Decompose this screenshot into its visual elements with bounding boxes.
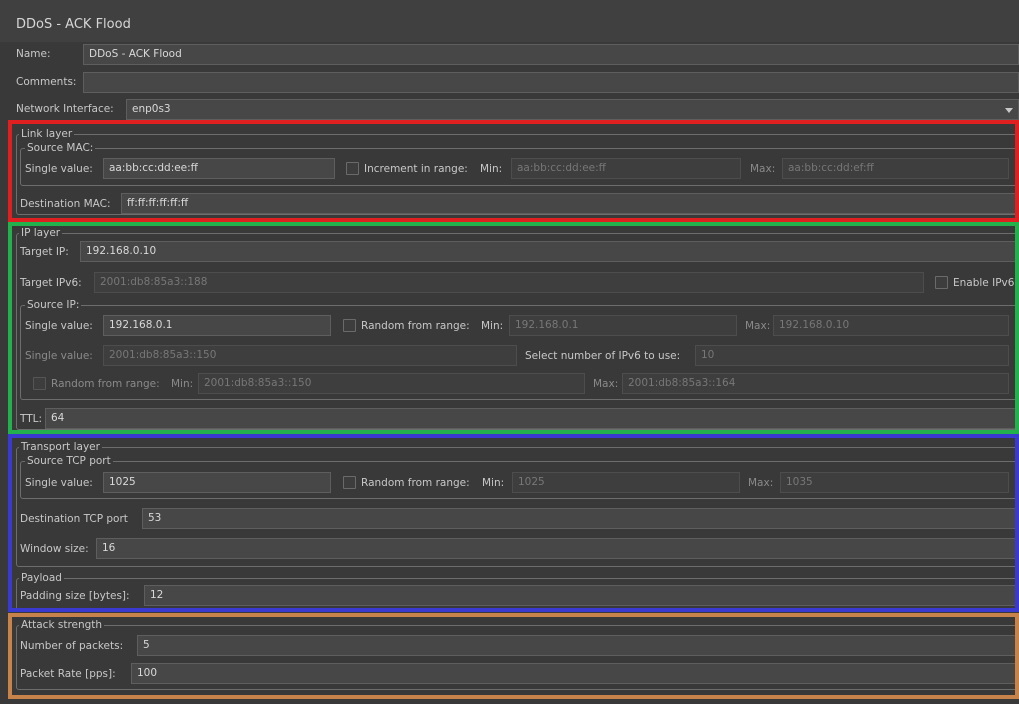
name-field[interactable]: DDoS - ACK Flood: [83, 44, 1019, 65]
window-title: DDoS - ACK Flood: [0, 0, 1019, 42]
network-interface-value: enp0s3: [132, 103, 171, 115]
comments-field[interactable]: [83, 72, 1019, 93]
network-interface-label: Network Interface:: [16, 103, 114, 115]
transport-layer-highlight: [8, 434, 1019, 612]
chevron-down-icon[interactable]: [1005, 108, 1013, 113]
network-interface-select[interactable]: enp0s3: [126, 99, 1019, 120]
attack-strength-highlight: [8, 613, 1019, 699]
comments-label: Comments:: [16, 76, 77, 88]
link-layer-highlight: [8, 120, 1019, 222]
ip-layer-highlight: [8, 222, 1019, 434]
name-label: Name:: [16, 48, 51, 60]
